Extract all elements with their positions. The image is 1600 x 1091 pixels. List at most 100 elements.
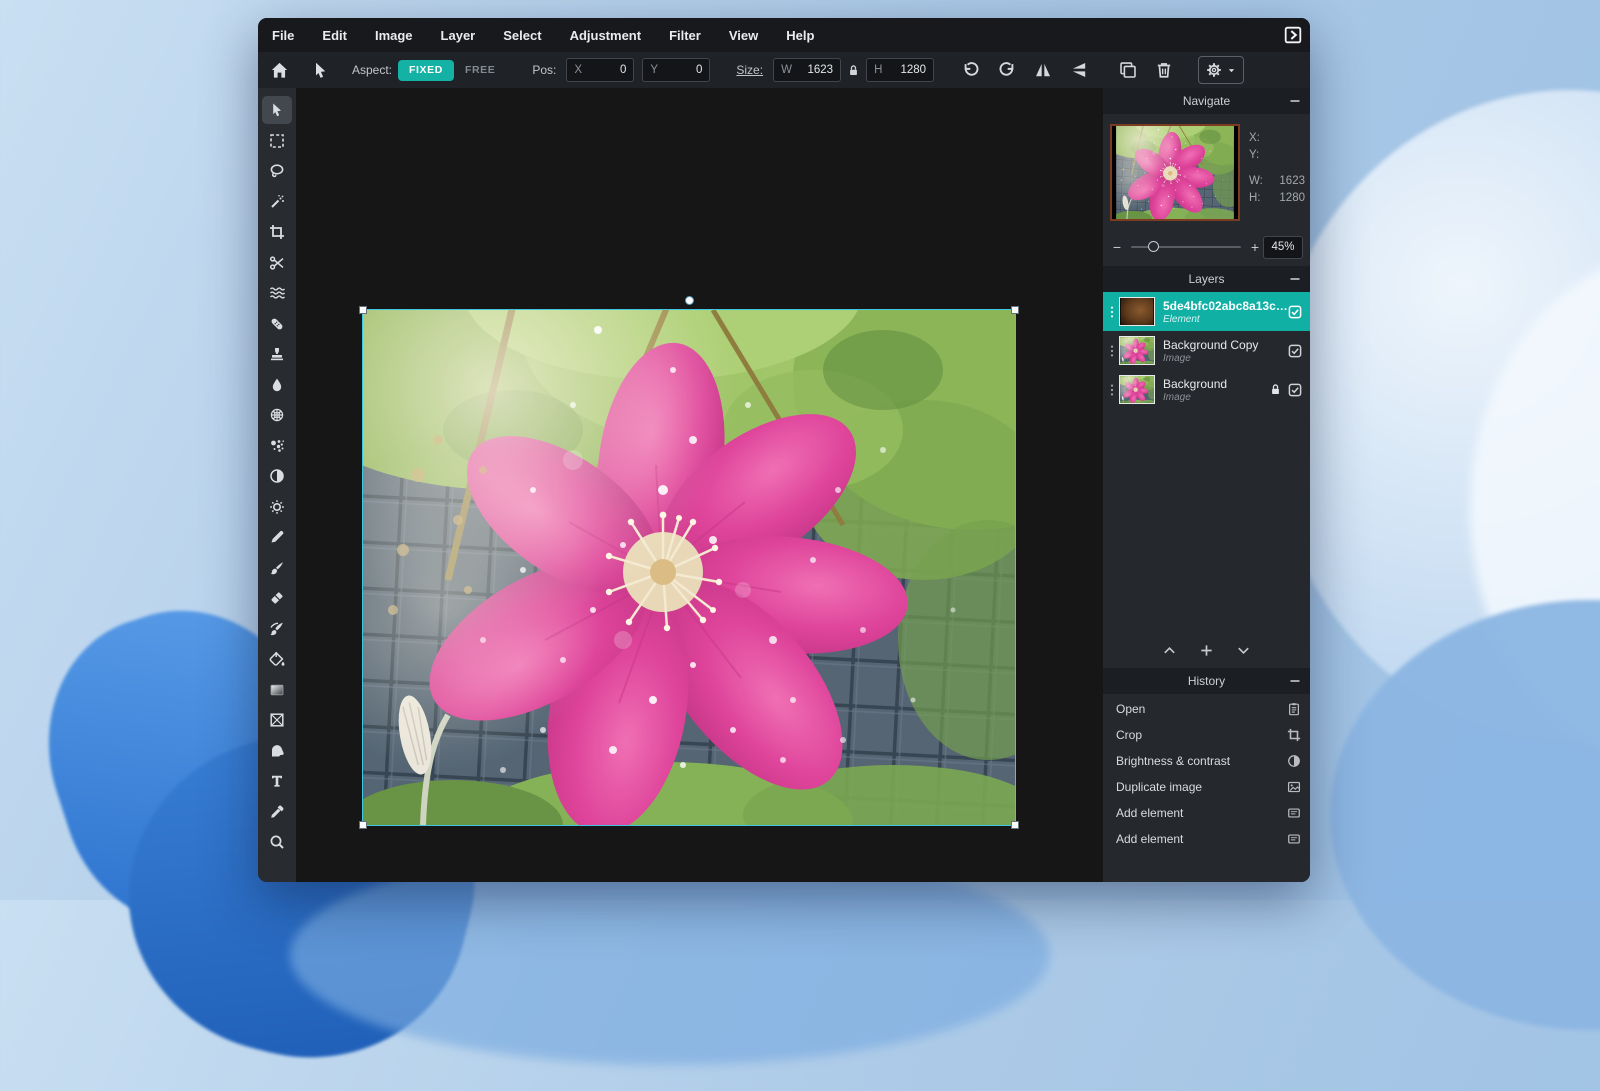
history-item-add-element-1[interactable]: Add element <box>1103 800 1310 826</box>
lock-icon[interactable] <box>1269 383 1282 396</box>
minus-icon[interactable] <box>1289 675 1301 687</box>
tool-paint[interactable] <box>262 554 292 582</box>
chevron-right-boxed-icon[interactable] <box>1284 26 1302 44</box>
aspect-free-button[interactable]: FREE <box>454 60 506 81</box>
tool-zoom[interactable] <box>262 828 292 856</box>
history-header: History <box>1103 668 1310 694</box>
minus-icon[interactable] <box>1289 273 1301 285</box>
tool-shape[interactable] <box>262 737 292 765</box>
pen-icon <box>269 529 285 545</box>
delete-icon[interactable] <box>1155 61 1173 79</box>
rotation-handle[interactable] <box>685 296 694 305</box>
chevron-down-icon[interactable] <box>1236 643 1251 658</box>
canvas[interactable] <box>296 88 1103 882</box>
navigate-thumbnail[interactable] <box>1110 124 1240 221</box>
chevron-up-icon[interactable] <box>1162 643 1177 658</box>
nav-h-label: H: <box>1249 192 1261 209</box>
tool-heal[interactable] <box>262 310 292 338</box>
grip-dots-icon[interactable] <box>1105 304 1119 320</box>
zoom-out-button[interactable]: − <box>1109 239 1125 255</box>
tool-bloat[interactable] <box>262 401 292 429</box>
tool-frame[interactable] <box>262 706 292 734</box>
nav-x-label: X: <box>1249 132 1260 149</box>
tool-temper[interactable] <box>262 615 292 643</box>
tool-gradient[interactable] <box>262 676 292 704</box>
magic-wand-icon <box>269 194 285 210</box>
image-icon <box>1287 780 1301 794</box>
eraser-icon <box>269 590 285 606</box>
tool-eraser[interactable] <box>262 584 292 612</box>
grip-dots-icon[interactable] <box>1105 343 1119 359</box>
tool-cutout[interactable] <box>262 249 292 277</box>
layers-title: Layers <box>1188 272 1224 286</box>
menu-select[interactable]: Select <box>489 28 555 43</box>
duplicate-icon[interactable] <box>1119 61 1137 79</box>
minus-icon[interactable] <box>1289 95 1301 107</box>
menu-adjustment[interactable]: Adjustment <box>556 28 656 43</box>
menu-edit[interactable]: Edit <box>308 28 361 43</box>
layer-row-background-copy[interactable]: Background Copy Image <box>1103 331 1310 370</box>
pos-y-field[interactable]: Y 0 <box>642 58 710 82</box>
tool-sharpen[interactable] <box>262 493 292 521</box>
history-item-brightness-contrast[interactable]: Brightness & contrast <box>1103 748 1310 774</box>
tool-wand-select[interactable] <box>262 188 292 216</box>
plus-icon[interactable] <box>1199 643 1214 658</box>
history-item-open[interactable]: Open <box>1103 696 1310 722</box>
paint-bucket-icon <box>269 651 285 667</box>
aspect-fixed-button[interactable]: FIXED <box>398 60 454 81</box>
history-label: Crop <box>1116 728 1287 742</box>
size-h-prefix: H <box>874 64 882 76</box>
tool-disperse[interactable] <box>262 432 292 460</box>
layer-name: 5de4bfc02abc8a13c2... <box>1163 299 1288 313</box>
menu-view[interactable]: View <box>715 28 772 43</box>
tool-crop[interactable] <box>262 218 292 246</box>
layer-row-background[interactable]: Background Image <box>1103 370 1310 409</box>
tool-clone[interactable] <box>262 340 292 368</box>
history-item-crop[interactable]: Crop <box>1103 722 1310 748</box>
tool-draw[interactable] <box>262 523 292 551</box>
size-h-field[interactable]: H 1280 <box>866 58 934 82</box>
right-panel: Navigate X: Y: W:1623 H:1280 − + 45% Lay… <box>1103 88 1310 882</box>
magnifier-icon <box>269 834 285 850</box>
tool-color-picker[interactable] <box>262 798 292 826</box>
aspect-label: Aspect: <box>352 63 392 77</box>
settings-button[interactable] <box>1198 56 1244 84</box>
menu-layer[interactable]: Layer <box>427 28 490 43</box>
tool-fill[interactable] <box>262 645 292 673</box>
zoom-in-button[interactable]: + <box>1247 239 1263 255</box>
lock-icon[interactable] <box>847 64 860 77</box>
pos-x-field[interactable]: X 0 <box>566 58 634 82</box>
flip-vertical-icon[interactable] <box>1070 61 1088 79</box>
zoom-slider[interactable] <box>1131 246 1241 248</box>
tool-dodge-burn[interactable] <box>262 462 292 490</box>
visibility-checkbox-icon[interactable] <box>1288 305 1302 319</box>
undo-icon[interactable] <box>962 61 980 79</box>
home-icon[interactable] <box>270 61 289 80</box>
element-brown-thumbnail <box>1119 297 1155 326</box>
menu-file[interactable]: File <box>258 28 308 43</box>
history-label: Open <box>1116 702 1287 716</box>
photo-flower[interactable] <box>363 310 1015 825</box>
layer-row-element[interactable]: 5de4bfc02abc8a13c2... Element <box>1103 292 1310 331</box>
flower-thumbnail <box>1112 126 1238 219</box>
menu-image[interactable]: Image <box>361 28 427 43</box>
tool-liquify[interactable] <box>262 279 292 307</box>
menu-filter[interactable]: Filter <box>655 28 715 43</box>
menu-help[interactable]: Help <box>772 28 828 43</box>
tool-text[interactable] <box>262 767 292 795</box>
history-item-add-element-2[interactable]: Add element <box>1103 826 1310 852</box>
zoom-value-field[interactable]: 45% <box>1263 236 1303 259</box>
cursor-icon <box>269 102 285 118</box>
flip-horizontal-icon[interactable] <box>1034 61 1052 79</box>
size-w-field[interactable]: W 1623 <box>773 58 841 82</box>
visibility-checkbox-icon[interactable] <box>1288 344 1302 358</box>
tool-marquee-select[interactable] <box>262 127 292 155</box>
tool-blur[interactable] <box>262 371 292 399</box>
tool-lasso-select[interactable] <box>262 157 292 185</box>
history-item-duplicate-image[interactable]: Duplicate image <box>1103 774 1310 800</box>
grip-dots-icon[interactable] <box>1105 382 1119 398</box>
zoom-slider-knob[interactable] <box>1148 241 1159 252</box>
tool-arrange[interactable] <box>262 96 292 124</box>
visibility-checkbox-icon[interactable] <box>1288 383 1302 397</box>
redo-icon[interactable] <box>998 61 1016 79</box>
